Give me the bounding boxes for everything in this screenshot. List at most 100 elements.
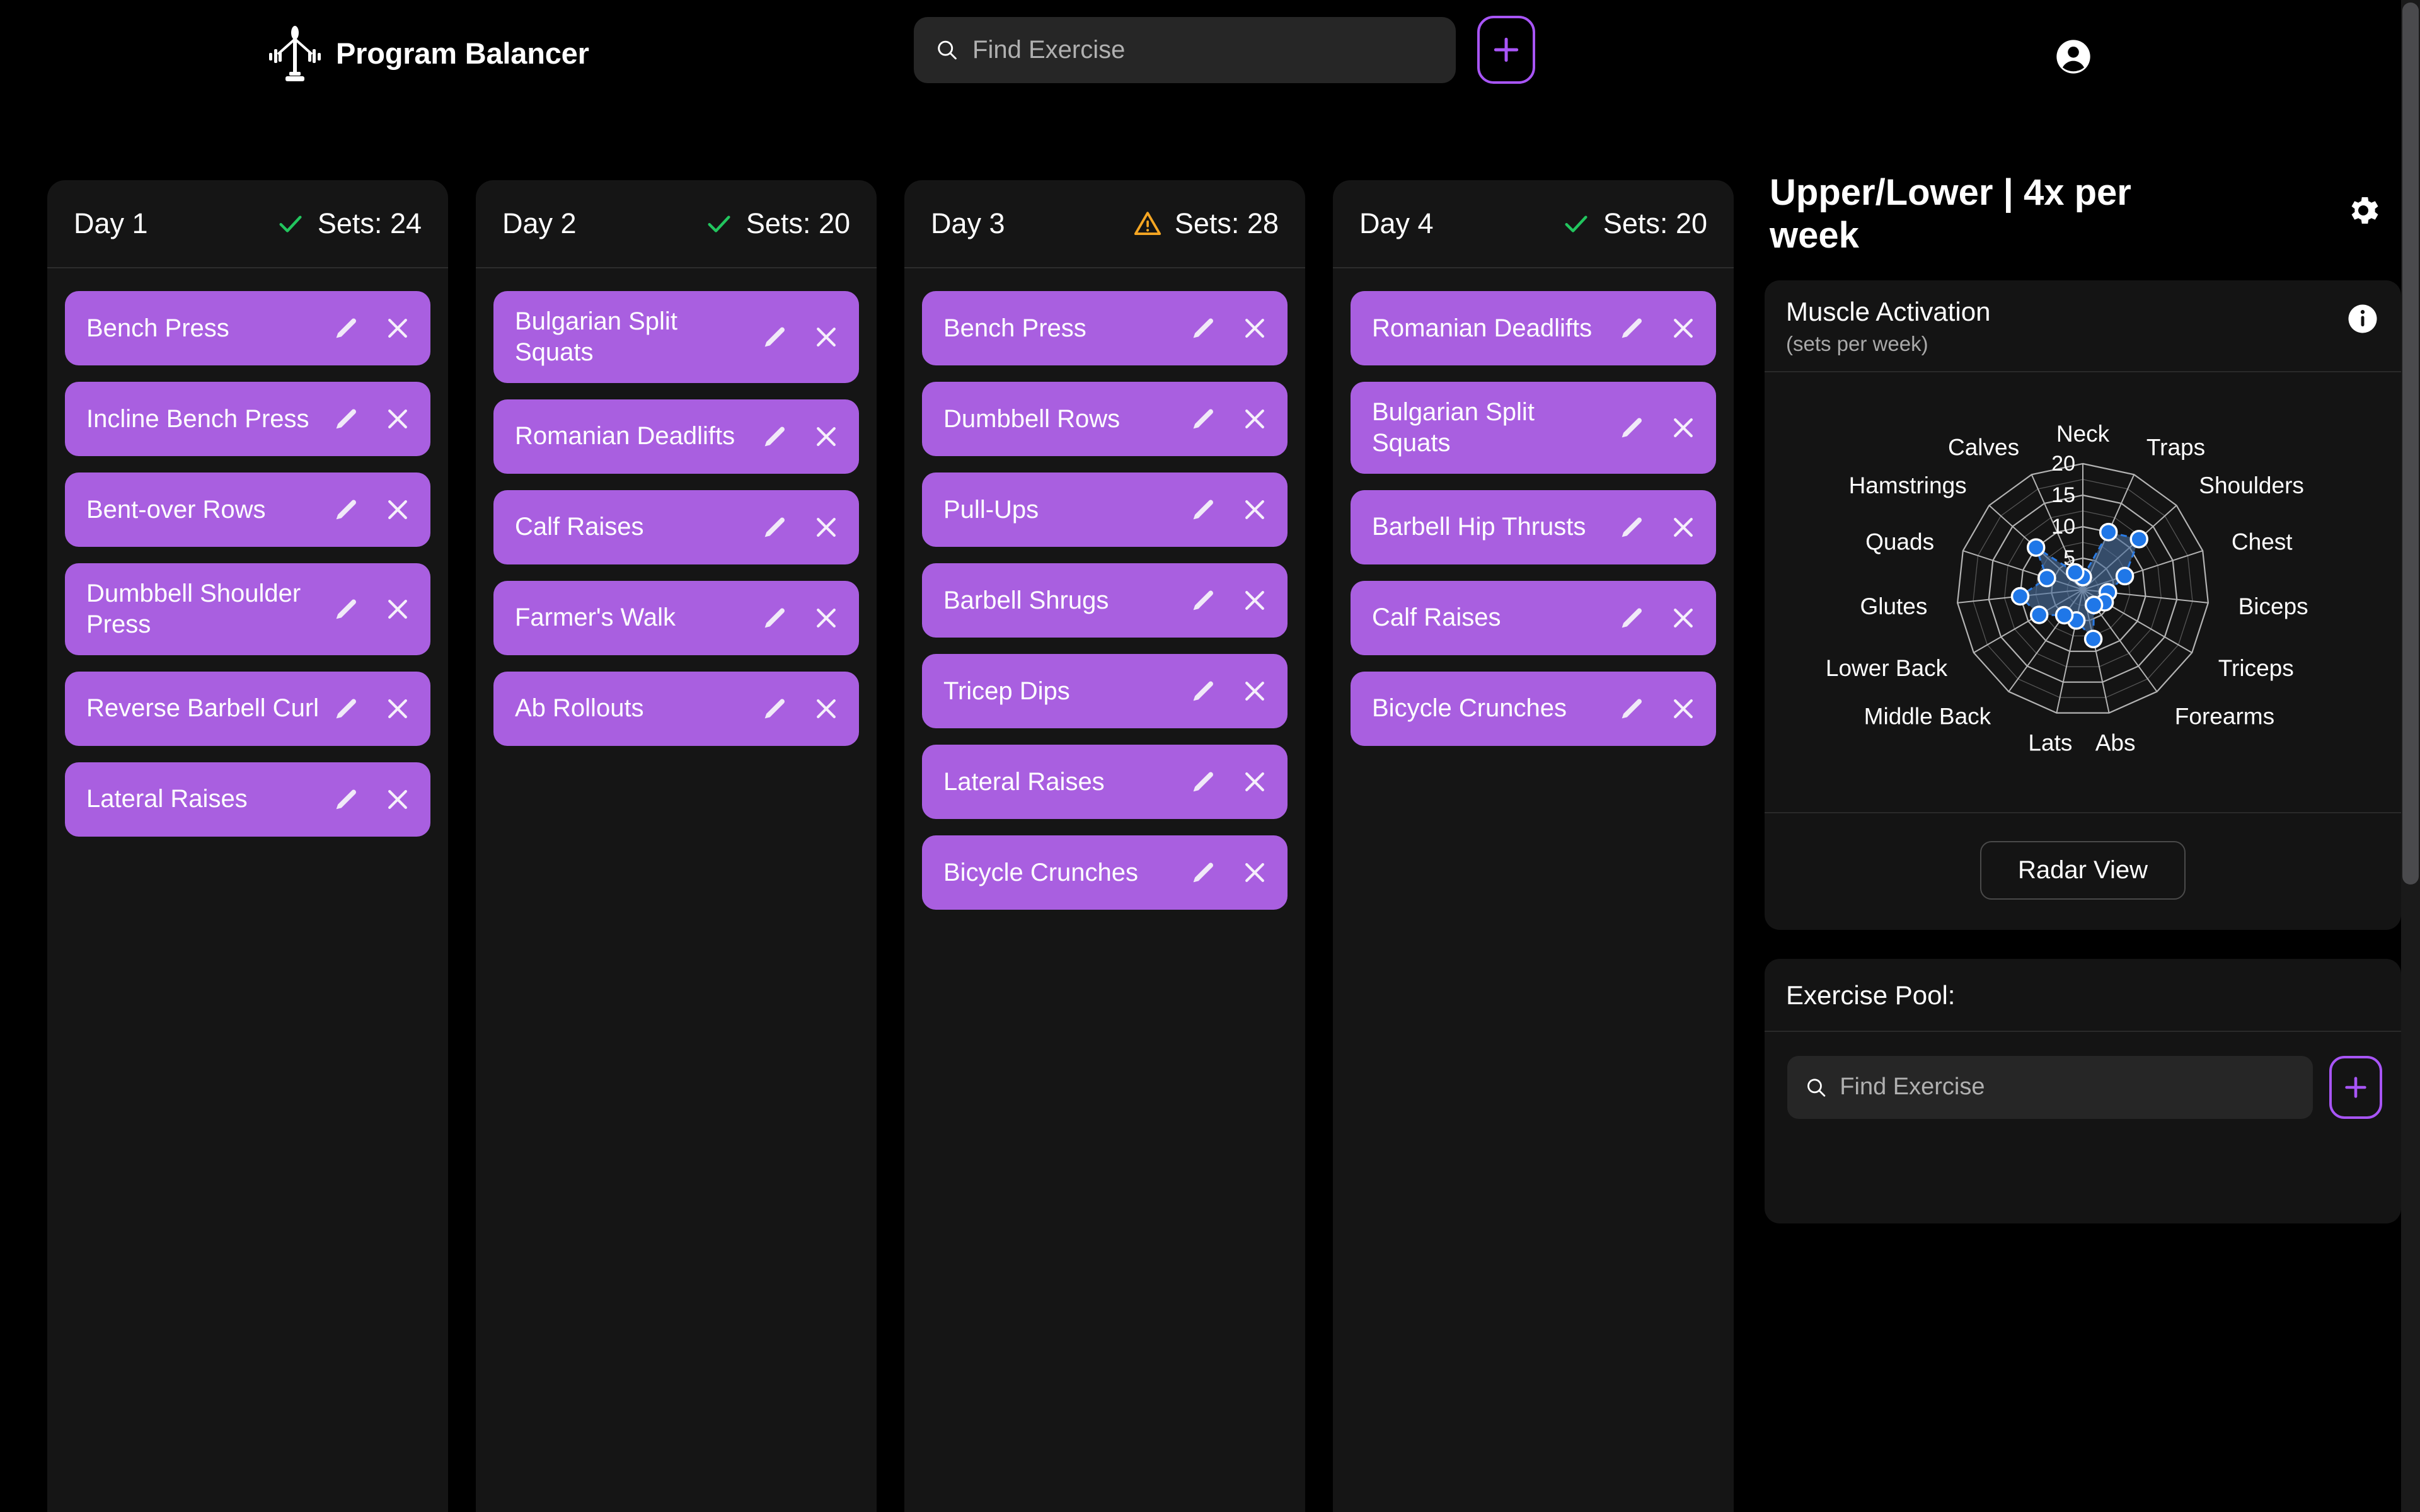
- close-x-icon[interactable]: [384, 496, 412, 524]
- close-x-icon[interactable]: [812, 423, 840, 450]
- radar-axis-label: Traps: [2146, 434, 2205, 460]
- pool-add-button[interactable]: [2329, 1055, 2382, 1119]
- close-x-icon[interactable]: [1669, 513, 1697, 541]
- close-x-icon[interactable]: [384, 405, 412, 433]
- exercise-card[interactable]: Barbell Hip Thrusts: [1351, 490, 1716, 564]
- exercise-card[interactable]: Bench Press: [65, 291, 430, 365]
- exercise-card[interactable]: Barbell Shrugs: [922, 563, 1288, 638]
- exercise-actions: [332, 496, 412, 524]
- exercise-name: Lateral Raises: [86, 785, 248, 813]
- search-box[interactable]: [914, 16, 1456, 83]
- close-x-icon[interactable]: [1241, 405, 1269, 433]
- top-bar: Program Balancer: [0, 0, 2420, 120]
- close-x-icon[interactable]: [384, 695, 412, 723]
- pencil-edit-icon[interactable]: [1618, 414, 1645, 442]
- pencil-edit-icon[interactable]: [761, 513, 788, 541]
- exercise-card[interactable]: Romanian Deadlifts: [1351, 291, 1716, 365]
- exercise-card[interactable]: Bent-over Rows: [65, 472, 430, 547]
- pencil-edit-icon[interactable]: [1618, 604, 1645, 632]
- radar-tick-label: 15: [2051, 483, 2075, 507]
- exercise-card[interactable]: Pull-Ups: [922, 472, 1288, 547]
- radar-view-button[interactable]: Radar View: [1979, 840, 2186, 900]
- page-scrollbar-thumb[interactable]: [2402, 3, 2419, 885]
- pencil-edit-icon[interactable]: [1618, 513, 1645, 541]
- info-button[interactable]: [2346, 302, 2380, 336]
- close-x-icon[interactable]: [1669, 314, 1697, 342]
- close-x-icon[interactable]: [812, 604, 840, 632]
- exercise-actions: [761, 513, 840, 541]
- pencil-edit-icon[interactable]: [761, 423, 788, 450]
- exercise-card[interactable]: Lateral Raises: [922, 745, 1288, 819]
- close-x-icon[interactable]: [1669, 695, 1697, 723]
- pencil-edit-icon[interactable]: [761, 323, 788, 351]
- pencil-edit-icon[interactable]: [761, 695, 788, 723]
- exercise-card[interactable]: Bicycle Crunches: [1351, 671, 1716, 746]
- pencil-edit-icon[interactable]: [332, 496, 360, 524]
- pencil-edit-icon[interactable]: [332, 786, 360, 813]
- exercise-name: Bulgarian Split Squats: [1372, 398, 1535, 457]
- pencil-edit-icon[interactable]: [1618, 314, 1645, 342]
- pencil-edit-icon[interactable]: [1189, 405, 1217, 433]
- exercise-card[interactable]: Bulgarian Split Squats: [493, 291, 859, 383]
- exercise-card[interactable]: Ab Rollouts: [493, 671, 859, 746]
- muscle-activation-subtitle: (sets per week): [1786, 331, 1928, 355]
- exercise-card[interactable]: Calf Raises: [493, 490, 859, 564]
- close-x-icon[interactable]: [1241, 677, 1269, 705]
- pencil-edit-icon[interactable]: [761, 604, 788, 632]
- pencil-edit-icon[interactable]: [332, 405, 360, 433]
- exercise-card[interactable]: Farmer's Walk: [493, 580, 859, 655]
- close-x-icon[interactable]: [1241, 859, 1269, 886]
- pencil-edit-icon[interactable]: [1189, 859, 1217, 886]
- pencil-edit-icon[interactable]: [1618, 695, 1645, 723]
- account-button[interactable]: [2053, 37, 2094, 77]
- pencil-edit-icon[interactable]: [1189, 587, 1217, 614]
- pencil-edit-icon[interactable]: [332, 314, 360, 342]
- day-title: Day 4: [1359, 207, 1434, 239]
- close-x-icon[interactable]: [384, 595, 412, 623]
- pool-search-input[interactable]: [1840, 1074, 2295, 1101]
- exercise-card[interactable]: Calf Raises: [1351, 580, 1716, 655]
- close-x-icon[interactable]: [812, 695, 840, 723]
- exercise-card[interactable]: Reverse Barbell Curl: [65, 671, 430, 746]
- pool-search-box[interactable]: [1787, 1055, 2313, 1119]
- close-x-icon[interactable]: [1241, 496, 1269, 524]
- exercise-card[interactable]: Bulgarian Split Squats: [1351, 382, 1716, 474]
- day-sets-label: Sets: 20: [746, 207, 850, 239]
- muscle-activation-header: Muscle Activation (sets per week): [1765, 280, 2401, 372]
- pencil-edit-icon[interactable]: [1189, 496, 1217, 524]
- close-x-icon[interactable]: [1241, 587, 1269, 614]
- exercise-card[interactable]: Dumbbell Rows: [922, 382, 1288, 456]
- search-input[interactable]: [972, 35, 1434, 64]
- exercise-card[interactable]: Lateral Raises: [65, 762, 430, 837]
- close-x-icon[interactable]: [1241, 768, 1269, 796]
- exercise-card[interactable]: Incline Bench Press: [65, 382, 430, 456]
- exercise-actions: [1618, 695, 1697, 723]
- exercise-actions: [332, 786, 412, 813]
- day-title: Day 2: [502, 207, 577, 239]
- add-exercise-button[interactable]: [1477, 16, 1535, 84]
- close-x-icon[interactable]: [812, 513, 840, 541]
- settings-button[interactable]: [2344, 192, 2382, 229]
- exercise-card[interactable]: Bicycle Crunches: [922, 835, 1288, 910]
- page-scrollbar[interactable]: [2401, 0, 2420, 1512]
- exercise-card[interactable]: Tricep Dips: [922, 654, 1288, 728]
- pencil-edit-icon[interactable]: [1189, 768, 1217, 796]
- exercise-name: Dumbbell Shoulder Press: [86, 580, 301, 638]
- exercise-card[interactable]: Dumbbell Shoulder Press: [65, 563, 430, 655]
- pencil-edit-icon[interactable]: [1189, 677, 1217, 705]
- close-x-icon[interactable]: [1669, 604, 1697, 632]
- exercise-name: Reverse Barbell Curl: [86, 694, 320, 723]
- pencil-edit-icon[interactable]: [332, 595, 360, 623]
- check-icon: [708, 215, 730, 232]
- close-x-icon[interactable]: [384, 786, 412, 813]
- pencil-edit-icon[interactable]: [332, 695, 360, 723]
- pencil-edit-icon[interactable]: [1189, 314, 1217, 342]
- close-x-icon[interactable]: [812, 323, 840, 351]
- close-x-icon[interactable]: [1669, 414, 1697, 442]
- exercise-pool-title: Exercise Pool:: [1786, 980, 1956, 1010]
- exercise-card[interactable]: Bench Press: [922, 291, 1288, 365]
- close-x-icon[interactable]: [384, 314, 412, 342]
- exercise-card[interactable]: Romanian Deadlifts: [493, 399, 859, 474]
- exercise-name: Calf Raises: [1372, 604, 1501, 632]
- close-x-icon[interactable]: [1241, 314, 1269, 342]
